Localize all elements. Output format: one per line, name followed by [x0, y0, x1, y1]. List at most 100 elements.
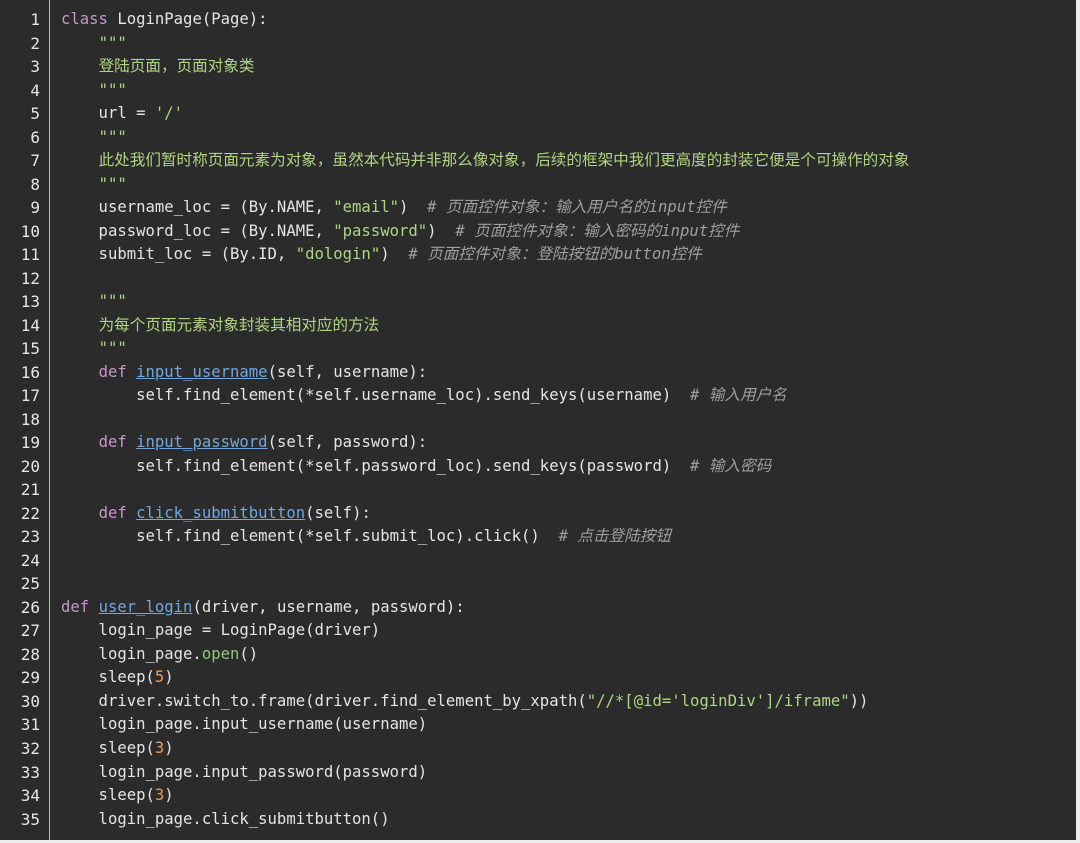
comment-token: # 点击登陆按钮 — [558, 527, 671, 546]
line-number: 2 — [30, 33, 40, 53]
code-line[interactable] — [61, 267, 1076, 291]
code-line[interactable]: self.find_element(*self.password_loc).se… — [61, 455, 1076, 479]
code-line[interactable]: self.find_element(*self.submit_loc).clic… — [61, 525, 1076, 549]
string-token: """ — [98, 339, 127, 358]
code-line[interactable]: """ — [61, 126, 1076, 150]
code-line[interactable]: submit_loc = (By.ID, "dologin") # 页面控件对象… — [61, 243, 1076, 267]
code-line[interactable]: login_page.input_password(password) — [61, 761, 1076, 785]
code-text-token: login_page.input_username(username) — [61, 715, 428, 734]
code-text-token: (driver, username, password): — [192, 597, 465, 616]
line-number: 30 — [20, 691, 40, 711]
line-number-gutter: 1 2 3 4 5 6 7 8 9 10 11 12 13 14 15 16 17 18 19 20 21 22 23 24 2… — [0, 0, 50, 840]
line-number: 19 — [20, 433, 40, 453]
code-line[interactable]: driver.switch_to.frame(driver.find_eleme… — [61, 690, 1076, 714]
code-line[interactable]: login_page.open() — [61, 643, 1076, 667]
line-number: 20 — [20, 456, 40, 476]
line-number: 6 — [30, 127, 40, 147]
code-line[interactable]: def input_password(self, password): — [61, 431, 1076, 455]
code-line[interactable]: class LoginPage(Page): — [61, 8, 1076, 32]
code-line[interactable]: url = '/' — [61, 102, 1076, 126]
line-number: 27 — [20, 621, 40, 641]
string-token: """ — [98, 127, 127, 146]
code-line[interactable]: """ — [61, 173, 1076, 197]
code-line[interactable]: login_page.click_submitbutton() — [61, 808, 1076, 832]
comment-token: # 页面控件对象：登陆按钮的button控件 — [408, 245, 702, 264]
code-text-token: login_page.input_password(password) — [61, 762, 428, 781]
code-line[interactable] — [61, 572, 1076, 596]
code-text-token: (self, password): — [267, 433, 428, 452]
code-line[interactable]: password_loc = (By.NAME, "password") # 页… — [61, 220, 1076, 244]
code-editor: 1 2 3 4 5 6 7 8 9 10 11 12 13 14 15 16 17 18 19 20 21 22 23 24 2… — [0, 0, 1076, 840]
line-number: 32 — [20, 738, 40, 758]
number-token: 3 — [154, 738, 165, 757]
code-line[interactable]: sleep(5) — [61, 666, 1076, 690]
code-text-token: (self, username): — [267, 362, 428, 381]
line-number: 22 — [20, 503, 40, 523]
code-text-token: username_loc = (By.NAME, — [61, 198, 334, 217]
code-text-token: ) — [164, 786, 174, 805]
string-token: '/' — [154, 104, 184, 123]
code-line[interactable]: def user_login(driver, username, passwor… — [61, 596, 1076, 620]
string-token: "dologin" — [295, 245, 381, 264]
line-number: 16 — [20, 362, 40, 382]
line-number: 18 — [20, 409, 40, 429]
keyword-token: def — [61, 597, 90, 616]
code-text-token: sleep( — [61, 786, 155, 805]
code-text-token: login_page. — [61, 644, 202, 663]
line-number: 25 — [20, 574, 40, 594]
code-line[interactable]: """ — [61, 290, 1076, 314]
code-line[interactable]: sleep(3) — [61, 737, 1076, 761]
code-area[interactable]: class LoginPage(Page): """ 登陆页面，页面对象类 ""… — [50, 0, 1076, 840]
comment-token: # 页面控件对象：输入用户名的input控件 — [427, 198, 727, 217]
string-token: 此处我们暂时称页面元素为对象，虽然本代码并非那么像对象，后续的框架中我们更高度的… — [98, 151, 910, 170]
line-number: 31 — [20, 715, 40, 735]
code-text-token: () — [239, 644, 259, 663]
code-line[interactable]: def input_username(self, username): — [61, 361, 1076, 385]
function-token: input_username — [136, 362, 268, 381]
code-line[interactable]: self.find_element(*self.username_loc).se… — [61, 384, 1076, 408]
line-number: 24 — [20, 550, 40, 570]
code-line[interactable] — [61, 408, 1076, 432]
code-line[interactable]: login_page.input_username(username) — [61, 713, 1076, 737]
code-text-token: self.find_element(*self.username_loc).se… — [61, 386, 691, 405]
code-line[interactable]: 为每个页面元素对象封装其相对应的方法 — [61, 314, 1076, 338]
code-line[interactable]: sleep(3) — [61, 784, 1076, 808]
code-line[interactable] — [61, 478, 1076, 502]
line-number: 33 — [20, 762, 40, 782]
line-number: 34 — [20, 786, 40, 806]
code-line[interactable]: """ — [61, 32, 1076, 56]
code-line[interactable]: """ — [61, 79, 1076, 103]
code-line[interactable] — [61, 549, 1076, 573]
line-number: 14 — [20, 315, 40, 335]
function-token: user_login — [98, 597, 193, 616]
code-text-token: ) — [427, 221, 456, 240]
line-number: 1 — [30, 10, 40, 29]
code-line[interactable]: login_page = LoginPage(driver) — [61, 619, 1076, 643]
code-text-token: ) — [164, 738, 174, 757]
line-number: 12 — [20, 268, 40, 288]
code-text-token: self.find_element(*self.submit_loc).clic… — [61, 527, 559, 546]
line-number: 5 — [30, 104, 40, 124]
comment-token: # 输入密码 — [690, 456, 772, 475]
number-token: 5 — [154, 668, 165, 687]
code-line[interactable]: 登陆页面，页面对象类 — [61, 55, 1076, 79]
code-text-token: ) — [398, 198, 428, 217]
line-number: 4 — [30, 80, 40, 100]
function-token: click_submitbutton — [136, 503, 306, 522]
code-line[interactable]: """ — [61, 337, 1076, 361]
code-line[interactable]: 此处我们暂时称页面元素为对象，虽然本代码并非那么像对象，后续的框架中我们更高度的… — [61, 149, 1076, 173]
keyword-token: def — [98, 362, 127, 381]
code-text-token: (self): — [305, 503, 371, 522]
code-line[interactable]: username_loc = (By.NAME, "email") # 页面控件… — [61, 196, 1076, 220]
code-text-token: driver.switch_to.frame(driver.find_eleme… — [61, 691, 587, 710]
number-token: 3 — [154, 786, 165, 805]
line-number: 10 — [20, 221, 40, 241]
code-line[interactable]: def click_submitbutton(self): — [61, 502, 1076, 526]
